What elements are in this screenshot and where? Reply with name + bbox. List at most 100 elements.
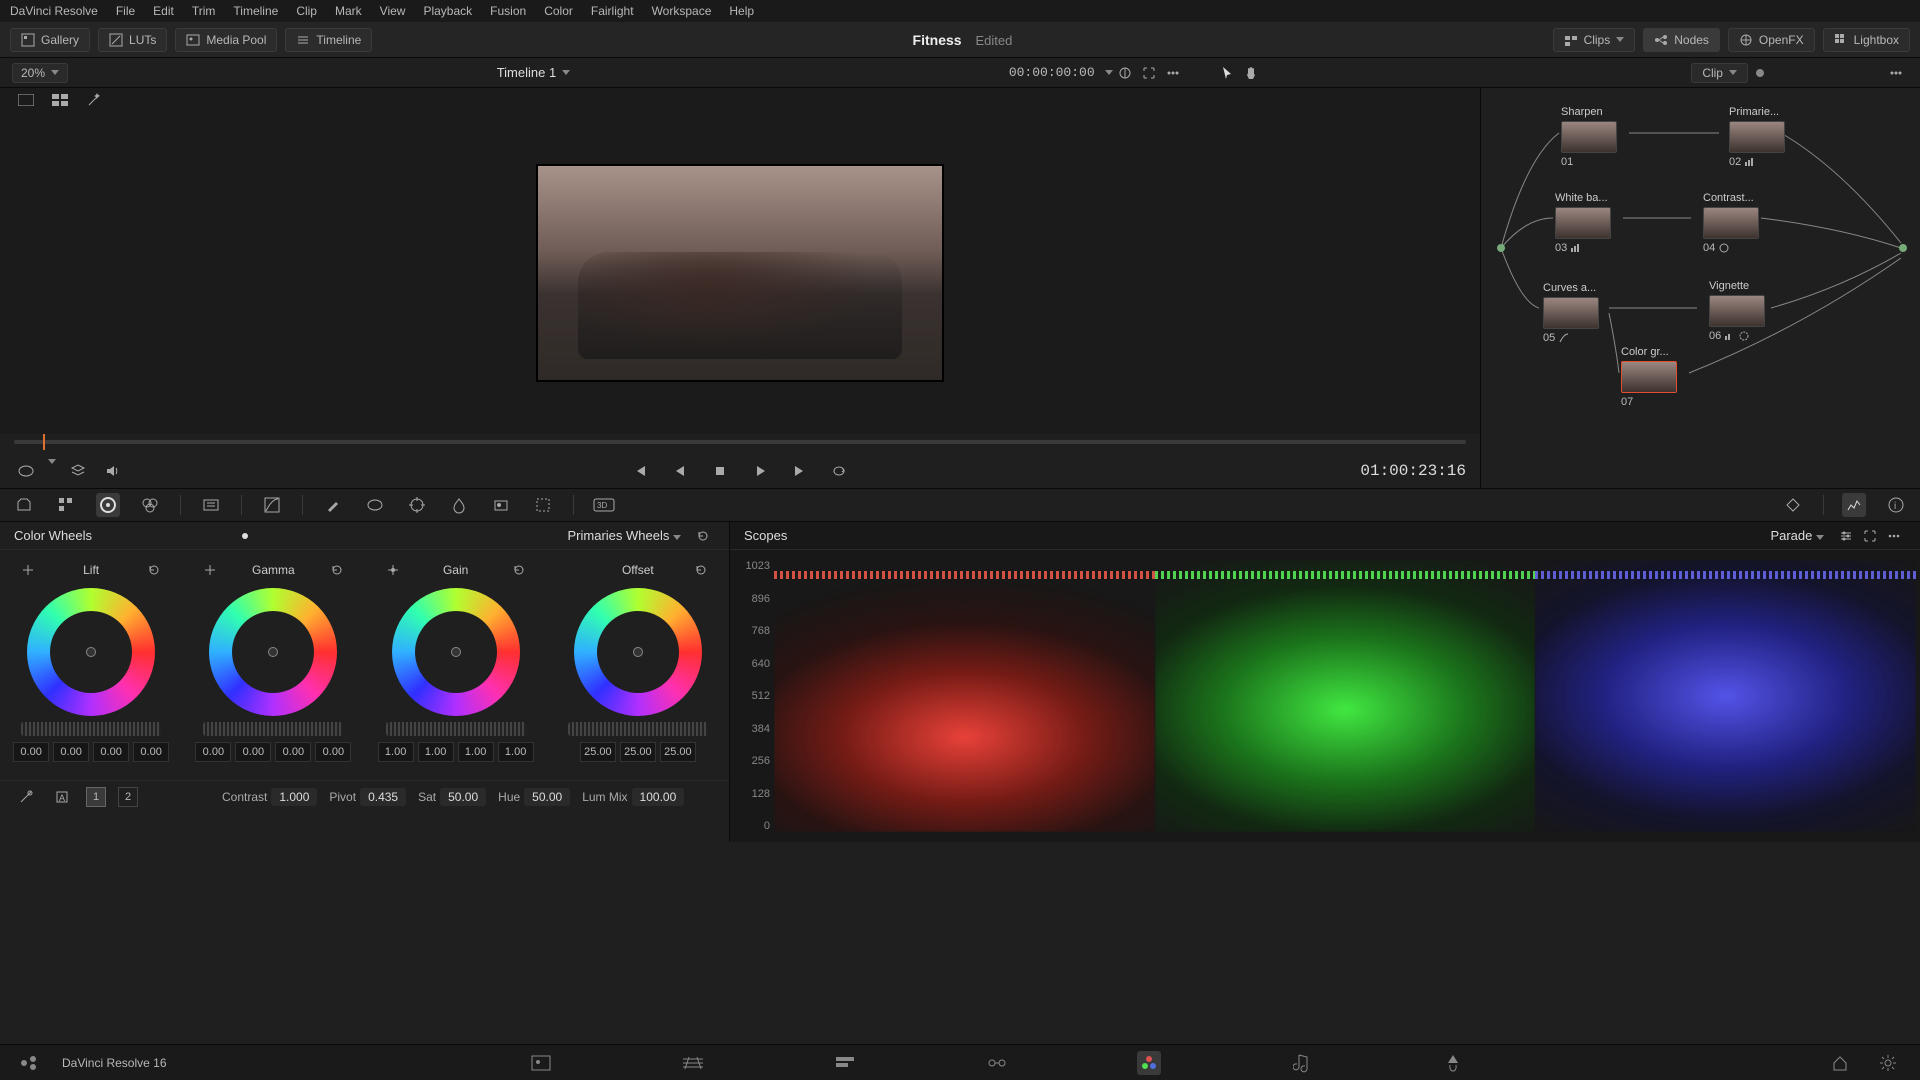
value-box[interactable]: 0.00 xyxy=(13,742,49,762)
lightbox-button[interactable]: Lightbox xyxy=(1823,28,1910,52)
menu-mark[interactable]: Mark xyxy=(335,4,362,18)
info-icon[interactable]: i xyxy=(1884,493,1908,517)
pivot-field[interactable]: Pivot0.435 xyxy=(329,788,406,806)
media-page-icon[interactable] xyxy=(529,1051,553,1075)
menu-view[interactable]: View xyxy=(380,4,406,18)
expand-icon[interactable] xyxy=(1137,61,1161,85)
menu-clip[interactable]: Clip xyxy=(296,4,317,18)
scopes-settings-icon[interactable] xyxy=(1834,524,1858,548)
zoom-selector[interactable]: 20% xyxy=(12,63,68,83)
color-page-icon[interactable] xyxy=(1137,1051,1161,1075)
color-wheel[interactable] xyxy=(392,588,520,716)
play-icon[interactable] xyxy=(748,459,772,483)
reset-icon[interactable] xyxy=(325,558,349,582)
node-primaries[interactable]: Primarie... 02 xyxy=(1729,106,1795,168)
more-icon[interactable] xyxy=(1884,61,1908,85)
nodes-button[interactable]: Nodes xyxy=(1643,28,1720,52)
motion-effects-icon[interactable] xyxy=(199,493,223,517)
menu-fusion[interactable]: Fusion xyxy=(490,4,526,18)
node-color-grade[interactable]: Color gr... 07 xyxy=(1621,346,1687,408)
step-back-icon[interactable] xyxy=(668,459,692,483)
color-wheels-icon[interactable] xyxy=(96,493,120,517)
mute-icon[interactable] xyxy=(100,459,124,483)
keyframes-icon[interactable] xyxy=(1781,493,1805,517)
menu-workspace[interactable]: Workspace xyxy=(652,4,712,18)
layers-icon[interactable] xyxy=(66,459,90,483)
color-wheel[interactable] xyxy=(209,588,337,716)
value-box[interactable]: 1.00 xyxy=(418,742,454,762)
qualifier-icon[interactable] xyxy=(321,493,345,517)
value-box[interactable]: 0.00 xyxy=(275,742,311,762)
sizing-icon[interactable] xyxy=(531,493,555,517)
transport-timecode[interactable]: 01:00:23:16 xyxy=(1360,462,1466,480)
timeline-name[interactable]: Timeline 1 xyxy=(497,65,556,80)
loop-icon[interactable] xyxy=(828,459,852,483)
sat-field[interactable]: Sat50.00 xyxy=(418,788,486,806)
menu-file[interactable]: File xyxy=(116,4,135,18)
scopes-mode-selector[interactable]: Parade xyxy=(1770,528,1824,543)
value-box[interactable]: 0.00 xyxy=(133,742,169,762)
magic-wand-icon[interactable] xyxy=(82,88,106,112)
3d-icon[interactable]: 3D xyxy=(592,493,616,517)
jog-wheel[interactable] xyxy=(386,722,526,736)
blur-icon[interactable] xyxy=(447,493,471,517)
image-wipe-icon[interactable] xyxy=(1113,61,1137,85)
scopes-icon[interactable] xyxy=(1842,493,1866,517)
page-2-button[interactable]: 2 xyxy=(118,787,138,807)
cut-page-icon[interactable] xyxy=(681,1051,705,1075)
jog-wheel[interactable] xyxy=(203,722,343,736)
reset-icon[interactable] xyxy=(691,524,715,548)
stop-icon[interactable] xyxy=(708,459,732,483)
menu-edit[interactable]: Edit xyxy=(153,4,174,18)
page-1-button[interactable]: 1 xyxy=(86,787,106,807)
value-box[interactable]: 0.00 xyxy=(93,742,129,762)
value-box[interactable]: 0.00 xyxy=(195,742,231,762)
camera-raw-icon[interactable] xyxy=(12,493,36,517)
value-box[interactable]: 25.00 xyxy=(620,742,656,762)
next-clip-icon[interactable] xyxy=(788,459,812,483)
value-box[interactable]: 0.00 xyxy=(315,742,351,762)
window-icon[interactable] xyxy=(363,493,387,517)
chevron-down-icon[interactable] xyxy=(562,70,570,75)
picker-icon[interactable] xyxy=(198,558,222,582)
home-icon[interactable] xyxy=(1828,1051,1852,1075)
edit-page-icon[interactable] xyxy=(833,1051,857,1075)
menu-fairlight[interactable]: Fairlight xyxy=(591,4,634,18)
value-box[interactable]: 0.00 xyxy=(235,742,271,762)
menu-app[interactable]: DaVinci Resolve xyxy=(10,4,98,18)
chevron-down-icon[interactable] xyxy=(1105,70,1113,75)
node-graph[interactable]: Sharpen 01 Primarie... 02 White ba... 03… xyxy=(1481,88,1920,423)
key-icon[interactable] xyxy=(489,493,513,517)
reset-icon[interactable] xyxy=(142,558,166,582)
more-icon[interactable] xyxy=(1161,61,1185,85)
viewer-timecode[interactable]: 00:00:00:00 xyxy=(1009,65,1095,80)
menu-help[interactable]: Help xyxy=(729,4,754,18)
color-match-icon[interactable] xyxy=(54,493,78,517)
picker-icon[interactable] xyxy=(16,558,40,582)
contrast-field[interactable]: Contrast1.000 xyxy=(222,788,317,806)
more-icon[interactable] xyxy=(1882,524,1906,548)
auto-balance-icon[interactable] xyxy=(14,785,38,809)
view-single-icon[interactable] xyxy=(14,88,38,112)
pointer-tool-icon[interactable] xyxy=(1215,61,1239,85)
menu-timeline[interactable]: Timeline xyxy=(233,4,278,18)
hue-field[interactable]: Hue50.00 xyxy=(498,788,570,806)
clips-button[interactable]: Clips xyxy=(1553,28,1636,52)
fusion-page-icon[interactable] xyxy=(985,1051,1009,1075)
gallery-button[interactable]: Gallery xyxy=(10,28,90,52)
scrub-bar[interactable] xyxy=(0,434,1480,454)
lummix-field[interactable]: Lum Mix100.00 xyxy=(582,788,684,806)
expand-icon[interactable] xyxy=(1858,524,1882,548)
value-box[interactable]: 1.00 xyxy=(498,742,534,762)
color-wheel[interactable] xyxy=(574,588,702,716)
view-grid-icon[interactable] xyxy=(48,88,72,112)
timeline-button[interactable]: Timeline xyxy=(285,28,372,52)
pick-white-icon[interactable]: A xyxy=(50,785,74,809)
chevron-down-icon[interactable] xyxy=(48,459,56,464)
menu-trim[interactable]: Trim xyxy=(192,4,216,18)
hand-tool-icon[interactable] xyxy=(1239,61,1263,85)
value-box[interactable]: 25.00 xyxy=(580,742,616,762)
node-curves[interactable]: Curves a... 05 xyxy=(1543,282,1609,344)
rgb-mixer-icon[interactable] xyxy=(138,493,162,517)
jog-wheel[interactable] xyxy=(21,722,161,736)
